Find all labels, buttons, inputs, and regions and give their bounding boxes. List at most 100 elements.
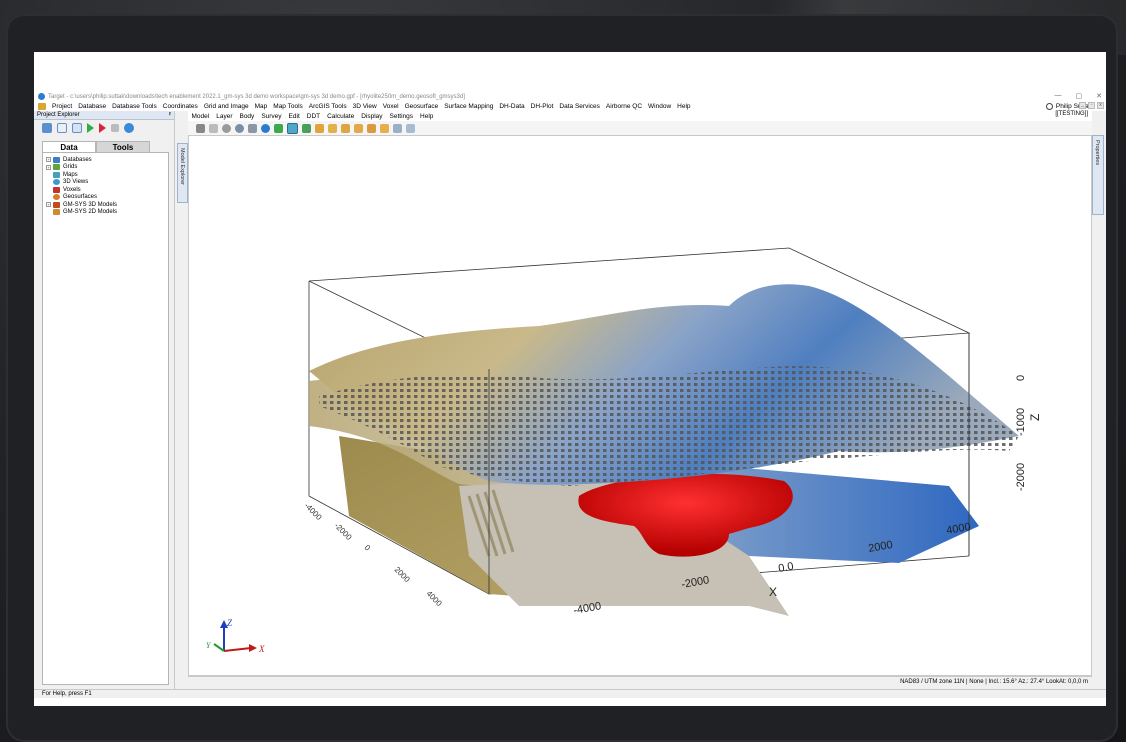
menu-database[interactable]: Database <box>75 103 109 110</box>
properties-tab[interactable]: Properties <box>1092 135 1104 215</box>
menu-arcgis-tools[interactable]: ArcGIS Tools <box>306 103 350 110</box>
maximize-button[interactable]: ▢ <box>1076 92 1083 100</box>
mdi-controls: _ ▫ x <box>1079 102 1104 109</box>
view-icon[interactable] <box>72 123 82 133</box>
triad-x-arrow <box>249 644 257 652</box>
model-explorer-tab-label: Model Explorer <box>179 148 185 185</box>
help-icon[interactable] <box>124 123 134 133</box>
menu-edit[interactable]: Edit <box>285 113 303 120</box>
tree-item-voxels[interactable]: Voxels <box>43 186 168 194</box>
menu-window[interactable]: Window <box>645 103 674 110</box>
run-icon[interactable] <box>87 123 94 133</box>
pan-icon[interactable] <box>222 123 231 133</box>
fit-extent-icon[interactable] <box>274 123 283 133</box>
menu-geosurface[interactable]: Geosurface <box>402 103 442 110</box>
menu-calculate[interactable]: Calculate <box>324 113 358 120</box>
menu-database-tools[interactable]: Database Tools <box>109 103 160 110</box>
run-record-icon[interactable] <box>99 123 106 133</box>
tree-item-maps[interactable]: Maps <box>43 171 168 179</box>
layer-view-icon[interactable] <box>302 123 311 133</box>
model-explorer-tab[interactable]: Model Explorer <box>177 143 188 203</box>
3d-viewport[interactable]: 0 -1000 -2000 Z -4000 -2000 0.0 2000 400… <box>188 135 1092 676</box>
tree-item-databases[interactable]: + Databases <box>43 156 168 164</box>
minimize-button[interactable]: — <box>1055 92 1062 100</box>
mdi-close-button[interactable]: x <box>1097 102 1104 109</box>
menu-surface-mapping[interactable]: Surface Mapping <box>441 103 496 110</box>
status-bar: For Help, press F1 <box>34 689 1106 698</box>
triad-z-label: Z <box>227 618 233 628</box>
menu-dh-data[interactable]: DH-Data <box>496 103 527 110</box>
menu-help[interactable]: Help <box>674 103 693 110</box>
menu-model-help[interactable]: Help <box>417 113 437 120</box>
tree-item-label: Grids <box>63 164 78 171</box>
z-axis-label: Z <box>1028 414 1042 421</box>
triad-x-axis <box>223 647 252 652</box>
layer-add-icon[interactable] <box>315 123 324 133</box>
oasis-montaj-window: Target - c:\users\philip.suttak\download… <box>34 92 1106 698</box>
select-icon[interactable] <box>196 123 205 133</box>
mdi-minimize-button[interactable]: _ <box>1079 102 1086 109</box>
section-icon[interactable] <box>406 123 415 133</box>
zoom-icon[interactable] <box>235 123 244 133</box>
view-toggle-icon[interactable] <box>287 122 298 134</box>
menu-survey[interactable]: Survey <box>258 113 285 120</box>
z-tick-2000: -2000 <box>1015 463 1027 491</box>
stop-icon[interactable] <box>111 124 119 132</box>
menu-settings[interactable]: Settings <box>386 113 417 120</box>
tree-item-grids[interactable]: + Grids <box>43 164 168 172</box>
rotate-icon[interactable] <box>248 123 257 133</box>
z-tick-0: 0 <box>1015 375 1027 381</box>
y-tick-1: -4000 <box>303 501 324 522</box>
close-button[interactable]: ✕ <box>1096 92 1102 100</box>
tree-item-gmsys-2d-models[interactable]: GM-SYS 2D Models <box>43 209 168 217</box>
menu-airborne-qc[interactable]: Airborne QC <box>603 103 645 110</box>
database-icon <box>53 156 60 163</box>
layer-delete-icon[interactable] <box>380 123 389 133</box>
tree-item-label: Databases <box>63 156 92 163</box>
menu-coordinates[interactable]: Coordinates <box>160 103 201 110</box>
voxel-icon <box>53 186 60 193</box>
expand-icon[interactable]: + <box>46 202 51 208</box>
geosurface-icon <box>53 194 60 201</box>
layer-copy-icon[interactable] <box>341 123 350 133</box>
tree-item-3d-views[interactable]: 3D Views <box>43 179 168 187</box>
menu-data-services[interactable]: Data Services <box>556 103 602 110</box>
tree-item-geosurfaces[interactable]: Geosurfaces <box>43 194 168 202</box>
expand-icon[interactable]: + <box>46 164 51 170</box>
menu-display[interactable]: Display <box>358 113 386 120</box>
globe-icon[interactable] <box>261 123 270 133</box>
menu-grid-and-image[interactable]: Grid and Image <box>201 103 252 110</box>
expand-icon[interactable]: + <box>46 157 51 163</box>
table-icon[interactable] <box>57 123 67 133</box>
window-title: Target - c:\users\philip.suttak\download… <box>48 93 465 100</box>
layer-split-icon[interactable] <box>354 123 363 133</box>
menu-ddt[interactable]: DDT <box>303 113 323 120</box>
menu-map[interactable]: Map <box>252 103 271 110</box>
menu-dh-plot[interactable]: DH-Plot <box>528 103 557 110</box>
view-status-bar: NAD83 / UTM zone 11N | None | Incl.: 15.… <box>188 676 1092 689</box>
tree-item-label: 3D Views <box>63 179 89 186</box>
pin-icon[interactable]: ᵖ <box>169 112 171 118</box>
tree-item-label: Geosurfaces <box>63 194 98 201</box>
project-explorer-toolbar <box>34 120 174 136</box>
menu-body[interactable]: Body <box>236 113 258 120</box>
mdi-restore-button[interactable]: ▫ <box>1088 102 1095 109</box>
map-icon <box>53 171 60 178</box>
add-icon[interactable] <box>42 123 52 133</box>
menu-voxel[interactable]: Voxel <box>380 103 402 110</box>
tree-item-gmsys-3d-models[interactable]: + GM-SYS 3D Models <box>43 201 168 209</box>
layer-edit-icon[interactable] <box>328 123 337 133</box>
menu-map-tools[interactable]: Map Tools <box>270 103 306 110</box>
menu-3d-view[interactable]: 3D View <box>350 103 380 110</box>
menu-project[interactable]: Project <box>49 103 75 110</box>
y-tick-2: -2000 <box>333 521 354 542</box>
box-select-icon[interactable] <box>209 123 218 133</box>
3d-model-scene: 0 -1000 -2000 Z -4000 -2000 0.0 2000 400… <box>206 247 1042 654</box>
menu-layer[interactable]: Layer <box>213 113 236 120</box>
layer-merge-icon[interactable] <box>367 123 376 133</box>
project-explorer: Project Explorer ᵖ Data Tools + Database… <box>34 111 175 689</box>
menu-model[interactable]: Model <box>188 113 213 120</box>
profile-icon[interactable] <box>393 123 402 133</box>
